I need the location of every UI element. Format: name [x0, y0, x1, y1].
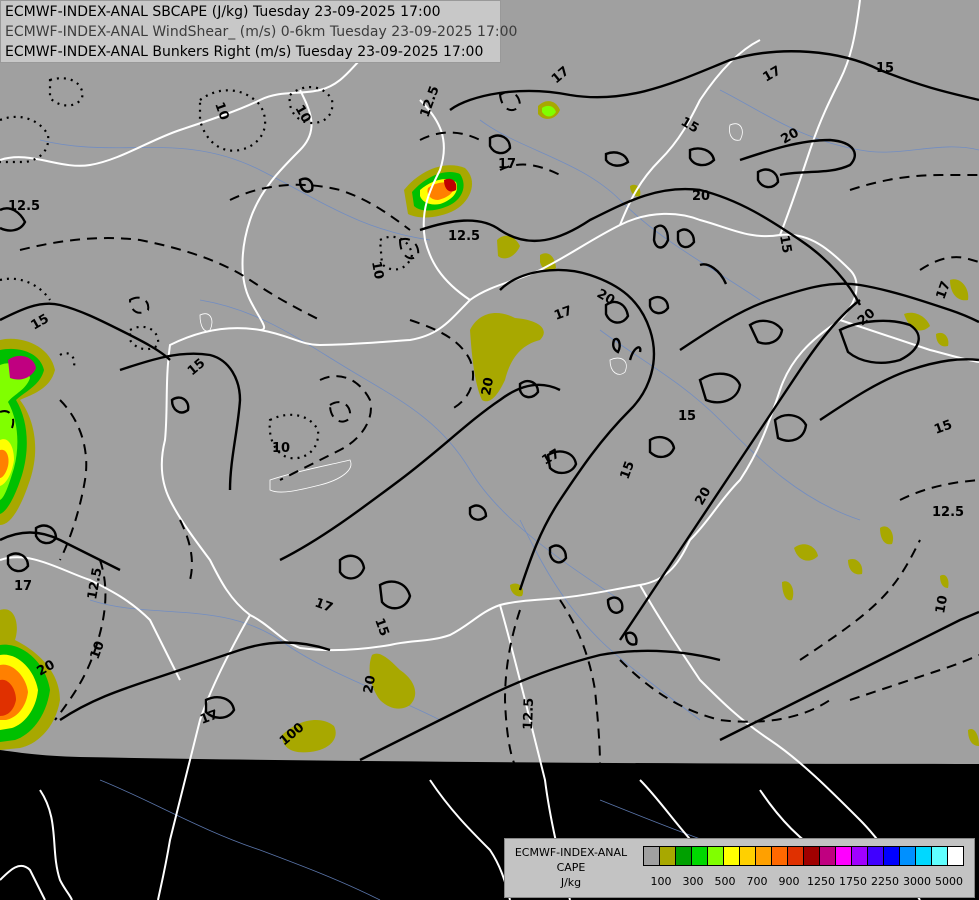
legend-swatch: [819, 846, 836, 866]
legend-swatch: [915, 846, 932, 866]
legend-swatch: [723, 846, 740, 866]
legend-model: ECMWF-INDEX-ANAL: [514, 846, 628, 859]
contour-label: 20: [361, 674, 379, 694]
contour-label: 20: [479, 376, 497, 396]
legend-tick: 100: [650, 875, 672, 888]
legend-tick: 300: [682, 875, 704, 888]
weather-map[interactable]: 12.5 12.5 12.5 12.5 12.5 12.5 10 10 10 1…: [0, 0, 979, 900]
contour-label: 17: [498, 157, 516, 172]
legend-tick: 3000: [903, 875, 931, 888]
contour-label: 12.5: [932, 505, 964, 520]
legend-tick: 5000: [935, 875, 963, 888]
legend-swatch: [787, 846, 804, 866]
legend-swatch: [867, 846, 884, 866]
legend-swatch: [851, 846, 868, 866]
legend-swatch: [883, 846, 900, 866]
legend-title: ECMWF-INDEX-ANAL CAPE J/kg: [505, 845, 637, 890]
legend-swatch: [691, 846, 708, 866]
title-windshear: ECMWF-INDEX-ANAL WindShear_ (m/s) 0-6km …: [5, 24, 518, 40]
legend-tick: 500: [714, 875, 736, 888]
legend-swatch: [643, 846, 660, 866]
legend-swatch: [803, 846, 820, 866]
legend-swatch: [771, 846, 788, 866]
legend-unit: J/kg: [560, 876, 582, 889]
contour-label: 12.5: [448, 229, 480, 244]
contour-label: 12.5: [521, 698, 537, 731]
map-viewport[interactable]: 12.5 12.5 12.5 12.5 12.5 12.5 10 10 10 1…: [0, 0, 979, 900]
legend-tick: 2250: [871, 875, 899, 888]
legend-swatch: [947, 846, 964, 866]
contour-label: 10: [272, 441, 290, 456]
legend-tick: 900: [778, 875, 800, 888]
legend-swatch: [739, 846, 756, 866]
legend-swatch: [755, 846, 772, 866]
legend-variable: CAPE: [556, 861, 586, 874]
map-title-box: ECMWF-INDEX-ANAL SBCAPE (J/kg) Tuesday 2…: [0, 0, 517, 63]
contour-label: 10: [368, 260, 386, 280]
title-sbcape: ECMWF-INDEX-ANAL SBCAPE (J/kg) Tuesday 2…: [5, 4, 441, 20]
legend-swatch: [659, 846, 676, 866]
contour-label: 15: [678, 409, 696, 424]
legend-swatch: [675, 846, 692, 866]
legend-swatch: [899, 846, 916, 866]
contour-label: 10: [933, 594, 951, 614]
contour-label: 12.5: [8, 199, 40, 214]
legend-swatch: [707, 846, 724, 866]
legend-color-scale: [643, 846, 964, 866]
contour-label: 15: [876, 61, 894, 76]
legend-tick: 1750: [839, 875, 867, 888]
legend-tick: 1250: [807, 875, 835, 888]
legend-tick: 700: [746, 875, 768, 888]
contour-label: 17: [14, 579, 32, 594]
legend-swatch: [931, 846, 948, 866]
legend-swatch: [835, 846, 852, 866]
legend-tick-labels: 100 300 500 700 900 1250 1750 2250 3000 5000: [643, 875, 973, 891]
contour-label: 15: [776, 234, 794, 254]
title-bunkers: ECMWF-INDEX-ANAL Bunkers Right (m/s) Tue…: [5, 44, 484, 60]
contour-label: 20: [692, 189, 710, 204]
cape-legend: ECMWF-INDEX-ANAL CAPE J/kg 100 300 500 700 9…: [504, 838, 975, 898]
